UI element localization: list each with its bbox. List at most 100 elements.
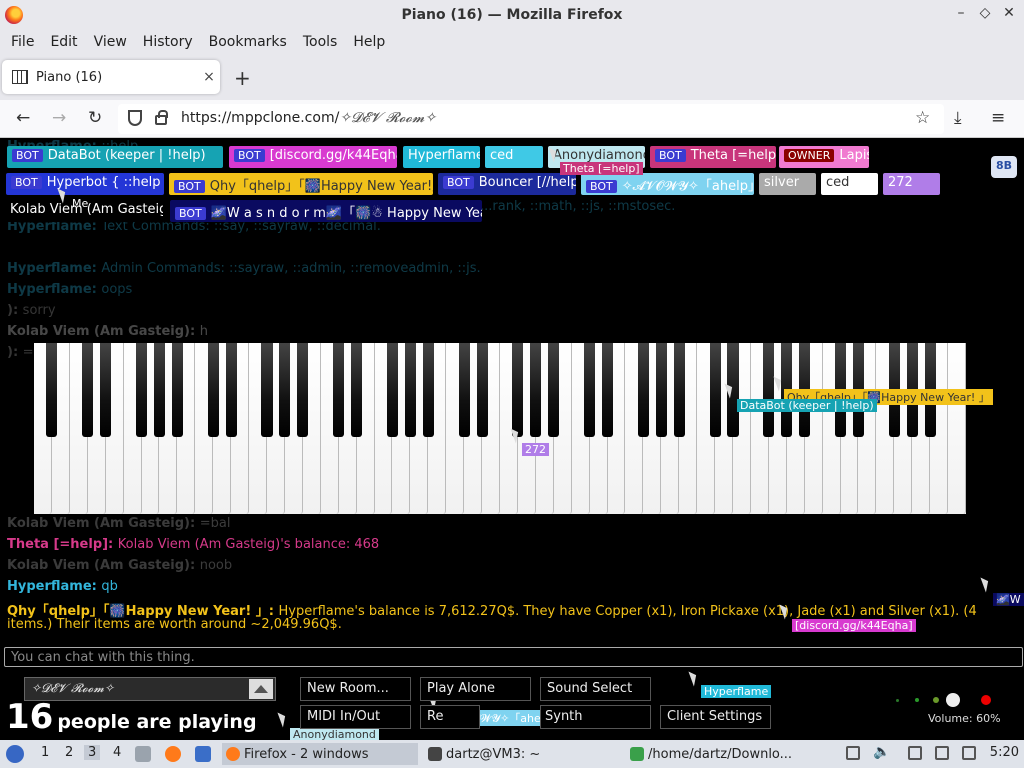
user-chip[interactable]: silver bbox=[759, 173, 816, 195]
menu-tools[interactable]: Tools bbox=[295, 34, 346, 50]
black-key[interactable] bbox=[100, 343, 112, 437]
user-chip[interactable]: BOT Theta [=help] bbox=[650, 146, 776, 168]
black-key[interactable] bbox=[584, 343, 596, 437]
client-settings-button[interactable]: Client Settings bbox=[660, 705, 771, 729]
hamburger-menu-icon[interactable]: ≡ bbox=[991, 108, 1005, 128]
firefox-launcher-icon[interactable] bbox=[165, 746, 181, 762]
user-chip[interactable]: 272 bbox=[883, 173, 940, 195]
minimize-button[interactable]: – bbox=[954, 5, 968, 21]
menu-view[interactable]: View bbox=[86, 34, 135, 50]
chat-message: Kolab Viem (Am Gasteig): =bal bbox=[7, 516, 230, 531]
black-key[interactable] bbox=[135, 343, 148, 437]
record-button[interactable]: Re bbox=[420, 705, 480, 729]
black-key[interactable] bbox=[655, 343, 667, 437]
shield-icon[interactable] bbox=[128, 110, 142, 126]
workspace-2[interactable]: 2 bbox=[65, 745, 73, 760]
download-icon[interactable]: ⤓ bbox=[954, 108, 962, 128]
black-key[interactable] bbox=[153, 343, 165, 437]
play-alone-button[interactable]: Play Alone bbox=[420, 677, 531, 701]
close-window-button[interactable]: ✕ bbox=[1002, 5, 1016, 21]
tab-piano[interactable]: Piano (16) × bbox=[2, 60, 220, 94]
midi-button[interactable]: MIDI In/Out bbox=[300, 705, 411, 729]
menu-edit[interactable]: Edit bbox=[42, 34, 85, 50]
task-firefox[interactable]: Firefox - 2 windows bbox=[222, 743, 418, 765]
menu-history[interactable]: History bbox=[135, 34, 201, 50]
black-key[interactable] bbox=[476, 343, 488, 437]
black-key[interactable] bbox=[404, 343, 416, 437]
task-terminal[interactable]: dartz@VM3: ~ bbox=[424, 743, 620, 765]
synth-button[interactable]: Synth bbox=[540, 705, 651, 729]
file-manager-icon[interactable] bbox=[135, 746, 151, 762]
sound-select-button[interactable]: Sound Select bbox=[540, 677, 651, 701]
new-tab-button[interactable]: + bbox=[234, 66, 251, 90]
corner-keyboard-button[interactable]: 8B bbox=[991, 156, 1017, 178]
menu-bookmarks[interactable]: Bookmarks bbox=[201, 34, 295, 50]
user-chip[interactable]: Hyperflame bbox=[403, 146, 480, 168]
chevron-up-icon[interactable] bbox=[249, 679, 273, 699]
black-key[interactable] bbox=[512, 343, 524, 437]
black-key[interactable] bbox=[351, 343, 363, 437]
user-chip[interactable]: BOT 🌌W a s n d o r m🌌「🎆☃ Happy New Year! … bbox=[170, 200, 482, 222]
black-key[interactable] bbox=[261, 343, 273, 437]
black-key[interactable] bbox=[422, 343, 434, 437]
user-chip[interactable]: BOT ✧𝓐𝓥𝓞𝓦𝓨✧「ahelp」 bbox=[581, 173, 754, 195]
black-key[interactable] bbox=[82, 343, 94, 437]
clipboard-icon[interactable] bbox=[908, 746, 922, 760]
user-chip[interactable]: BOT Hyperbot { ::help } bbox=[6, 173, 164, 195]
piano-page: Hyperflame: ::help...rank, ::math, ::js,… bbox=[0, 139, 1024, 740]
network-icon[interactable] bbox=[935, 746, 949, 760]
lock-icon[interactable] bbox=[155, 110, 168, 125]
black-key[interactable] bbox=[601, 343, 614, 437]
user-chip[interactable]: ced bbox=[485, 146, 543, 168]
chat-input[interactable]: You can chat with this thing. bbox=[4, 647, 1023, 667]
volume-knob[interactable] bbox=[946, 693, 960, 707]
new-room-button[interactable]: New Room... bbox=[300, 677, 411, 701]
black-key[interactable] bbox=[333, 343, 345, 437]
black-key[interactable] bbox=[225, 343, 237, 437]
url-text[interactable]: https://mppclone.com/✧𝓓𝓔𝓥 𝓡𝓸𝓸𝓶✧ bbox=[181, 110, 436, 126]
piano-keyboard[interactable] bbox=[34, 343, 966, 514]
black-key[interactable] bbox=[171, 343, 183, 437]
workspace-4[interactable]: 4 bbox=[113, 745, 121, 760]
user-chip[interactable]: BOT Qhy「qhelp」「🎆Happy New Year!」 bbox=[169, 173, 433, 195]
workspace-1[interactable]: 1 bbox=[41, 745, 49, 760]
maximize-icon[interactable]: ◇ bbox=[978, 5, 992, 21]
black-key[interactable] bbox=[279, 343, 291, 437]
forward-arrow-icon[interactable]: → bbox=[52, 108, 66, 128]
menu-file[interactable]: File bbox=[3, 34, 42, 50]
black-key[interactable] bbox=[207, 343, 219, 437]
notes-icon[interactable] bbox=[962, 746, 976, 760]
bookmark-star-icon[interactable]: ☆ bbox=[915, 108, 930, 128]
reload-icon[interactable]: ↻ bbox=[88, 108, 102, 128]
terminal-launcher-icon[interactable] bbox=[195, 746, 211, 762]
lock-screen-icon[interactable] bbox=[846, 746, 860, 760]
navigation-bar: ← → ↻ https://mppclone.com/✧𝓓𝓔𝓥 𝓡𝓸𝓸𝓶✧ ☆ … bbox=[0, 100, 1024, 138]
user-chip[interactable]: BOT [discord.gg/k44Eqha] bbox=[229, 146, 397, 168]
task-file-manager[interactable]: /home/dartz/Downlo... bbox=[626, 743, 822, 765]
volume-icon[interactable]: 🔈 bbox=[873, 744, 890, 760]
black-key[interactable] bbox=[297, 343, 309, 437]
tab-close-button[interactable]: × bbox=[198, 69, 220, 85]
black-key[interactable] bbox=[673, 343, 685, 437]
user-chip[interactable]: BOT Bouncer [//help] bbox=[438, 173, 576, 195]
user-chip[interactable]: OWNER Lapis bbox=[779, 146, 869, 168]
back-arrow-icon[interactable]: ← bbox=[16, 108, 30, 128]
black-key[interactable] bbox=[709, 343, 721, 437]
black-key[interactable] bbox=[763, 343, 775, 437]
black-key[interactable] bbox=[458, 343, 470, 437]
black-key[interactable] bbox=[637, 343, 649, 437]
menu-help[interactable]: Help bbox=[345, 34, 393, 50]
white-key[interactable] bbox=[948, 343, 966, 514]
user-chip[interactable]: BOT DataBot (keeper | !help) bbox=[7, 146, 223, 168]
firefox-icon bbox=[226, 747, 240, 761]
black-key[interactable] bbox=[46, 343, 58, 437]
start-menu-icon[interactable] bbox=[6, 745, 24, 763]
user-chip[interactable]: ced bbox=[821, 173, 878, 195]
black-key[interactable] bbox=[548, 343, 560, 437]
record-led-icon bbox=[981, 695, 991, 705]
workspace-3[interactable]: 3 bbox=[84, 745, 101, 760]
black-key[interactable] bbox=[530, 343, 542, 437]
bot-badge: BOT bbox=[12, 149, 43, 162]
black-key[interactable] bbox=[386, 343, 398, 437]
bot-badge: BOT bbox=[11, 176, 42, 189]
